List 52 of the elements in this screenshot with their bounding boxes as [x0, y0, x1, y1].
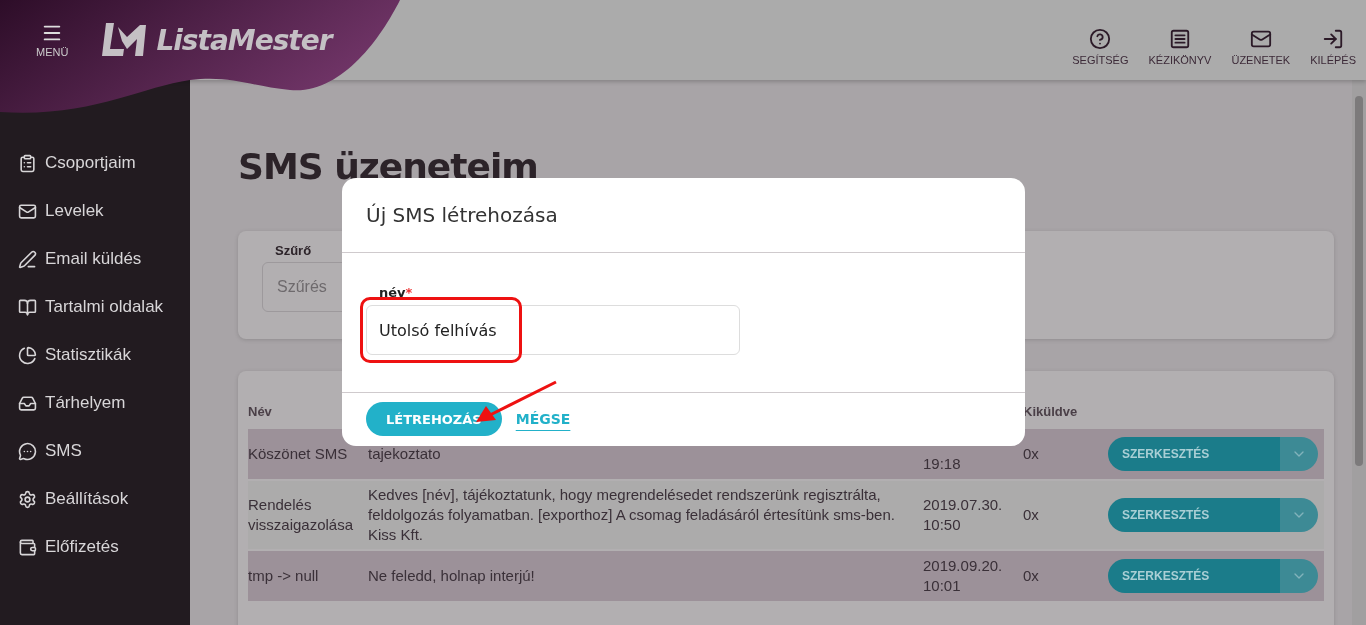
filter-label: Szűrő: [275, 243, 313, 258]
table-cell-text: 0x: [1023, 444, 1040, 464]
sidebar-item[interactable]: Levelek: [0, 200, 190, 222]
letters-icon: [18, 201, 37, 221]
name-field[interactable]: Utolsó felhívás: [366, 305, 740, 355]
logout-icon: [1322, 28, 1345, 50]
nav-button[interactable]: SEGÍTSÉG: [1072, 28, 1129, 66]
menu-button[interactable]: MENÜ: [36, 22, 69, 58]
column-header: Név: [248, 403, 273, 419]
table-cell-text: 19:18: [923, 454, 962, 474]
sidebar-item[interactable]: Előfizetés: [0, 536, 190, 558]
table-cell-text: 2019.09.20. 10:01: [923, 556, 1004, 596]
sidebar-item[interactable]: Beállítások: [0, 488, 190, 510]
dialog-title: Új SMS létrehozása: [366, 203, 558, 227]
logo-text: ListaMester: [156, 23, 332, 57]
table-cell-text: Ne feledd, holnap interjú!: [368, 566, 536, 586]
dropdown-button[interactable]: [1280, 437, 1318, 471]
table-cell-text: tajekoztato: [368, 444, 442, 464]
sidebar-item[interactable]: Email küldés: [0, 248, 190, 270]
subscription-icon: [18, 537, 37, 557]
sidebar-item[interactable]: Statisztikák: [0, 344, 190, 366]
dropdown-button[interactable]: [1280, 498, 1318, 532]
table-cell-text: Rendelés visszaigazolása: [248, 495, 355, 535]
nav-button[interactable]: KILÉPÉS: [1310, 28, 1356, 66]
scrollbar[interactable]: [1352, 80, 1366, 625]
pages-icon: [18, 297, 37, 317]
table-cell-text: Kedves [név], tájékoztatunk, hogy megrendelésedet rendszerünk regisztrálta, feldolgozás folyamatban. [exporthoz] A csomag feladásáról értesítünk sms-ben. Kiss Kft.: [368, 485, 896, 545]
logo-icon: [102, 23, 147, 57]
sidebar-item[interactable]: SMS: [0, 440, 190, 462]
nav-button[interactable]: ÜZENETEK: [1231, 28, 1291, 66]
send-icon: [18, 249, 37, 269]
table-cell-text: 0x: [1023, 566, 1040, 586]
table-cell-text: 0x: [1023, 505, 1040, 525]
mail-icon: [1249, 28, 1272, 50]
table-cell-text: 2019.07.30. 10:50: [923, 495, 1004, 535]
table-cell-text: tmp -> null: [248, 566, 320, 586]
nav-button[interactable]: KÉZIKÖNYV: [1148, 28, 1212, 66]
sidebar-item[interactable]: Tartalmi oldalak: [0, 296, 190, 318]
column-header: Kiküldve: [1023, 403, 1079, 419]
sidebar-item[interactable]: Tárhelyem: [0, 392, 190, 414]
help-icon: [1089, 28, 1112, 50]
groups-icon: [18, 153, 37, 173]
table-cell-text: Köszönet SMS: [248, 444, 349, 464]
storage-icon: [18, 393, 37, 413]
sidebar-item[interactable]: Csoportjaim: [0, 152, 190, 174]
dropdown-button[interactable]: [1280, 559, 1318, 593]
page-title: SMS üzeneteim: [238, 146, 539, 187]
field-label: név*: [379, 285, 414, 300]
sms-icon: [18, 441, 37, 461]
settings-icon: [18, 489, 37, 509]
list-icon: [1168, 28, 1191, 50]
stats-icon: [18, 345, 37, 365]
